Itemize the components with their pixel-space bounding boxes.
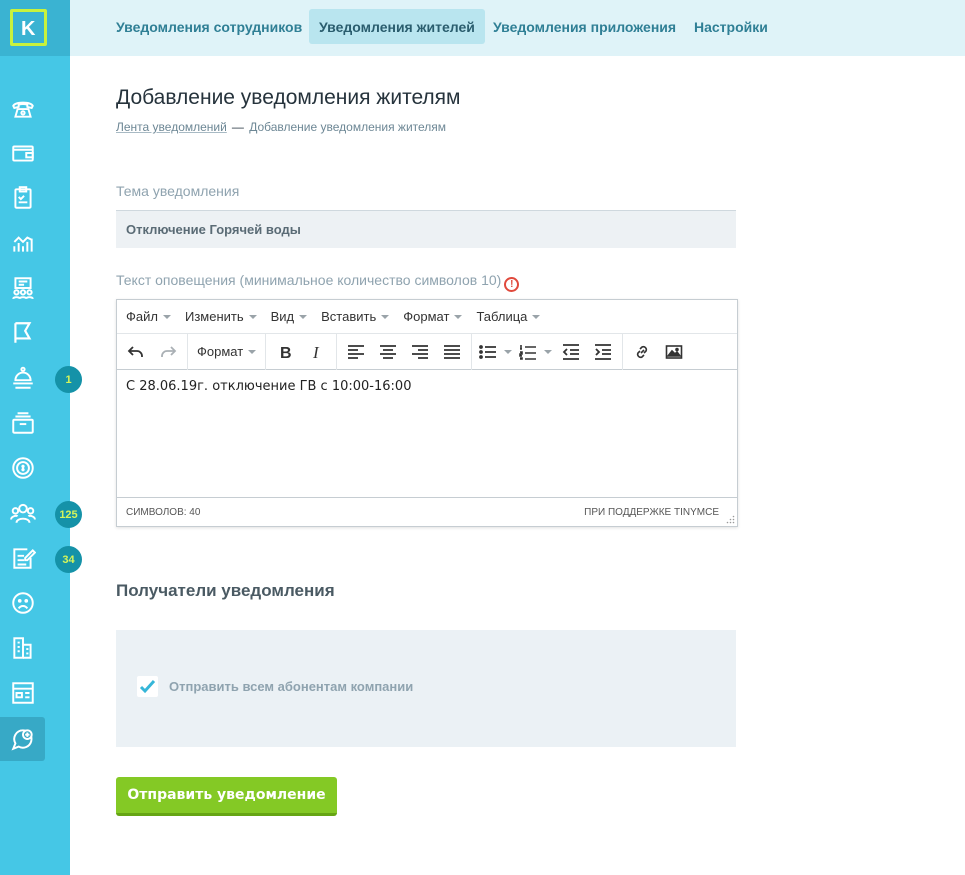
top-navigation: Уведомления сотрудников Уведомления жите… xyxy=(70,0,965,56)
align-left-icon[interactable] xyxy=(340,337,372,367)
analytics-icon[interactable] xyxy=(0,223,45,263)
numbered-list-dropdown[interactable] xyxy=(541,337,555,367)
tab-employee-notifications[interactable]: Уведомления сотрудников xyxy=(106,9,312,44)
warning-icon: ! xyxy=(504,277,520,292)
editor-content[interactable]: С 28.06.19г. отключение ГВ с 10:00-16:00 xyxy=(117,370,737,497)
menu-edit[interactable]: Изменить xyxy=(178,309,264,324)
team-icon[interactable] xyxy=(0,268,45,308)
history-group xyxy=(117,333,188,370)
checkmark-icon xyxy=(139,679,156,694)
clipboard-icon[interactable] xyxy=(0,178,45,218)
insert-group xyxy=(623,334,693,370)
message-label-text: Текст оповещения (минимальное количество… xyxy=(116,272,502,288)
indent-icon[interactable] xyxy=(587,337,619,367)
wallet-icon[interactable] xyxy=(0,133,45,173)
concierge-icon[interactable] xyxy=(0,358,45,398)
concierge-badge: 1 xyxy=(55,366,82,393)
format-select[interactable]: Формат xyxy=(191,337,262,367)
menu-insert[interactable]: Вставить xyxy=(314,309,396,324)
chevron-down-icon xyxy=(504,349,513,354)
powered-by-link[interactable]: При поддержке TinyMCE xyxy=(584,507,719,518)
tab-app-notifications[interactable]: Уведомления приложения xyxy=(483,9,686,44)
undo-icon[interactable] xyxy=(120,337,152,367)
tab-resident-notifications[interactable]: Уведомления жителей xyxy=(309,9,485,44)
sidebar: K 1 125 34 xyxy=(0,0,82,875)
tab-settings[interactable]: Настройки xyxy=(684,9,778,44)
menu-format[interactable]: Формат xyxy=(396,309,469,324)
svg-text:K: K xyxy=(21,18,36,40)
menu-view[interactable]: Вид xyxy=(264,309,315,324)
list-group xyxy=(472,333,624,370)
chevron-down-icon xyxy=(162,314,171,319)
edit-note-icon[interactable] xyxy=(0,538,45,578)
editor-statusbar: Символов: 40 При поддержке TinyMCE xyxy=(117,497,737,526)
bold-icon[interactable]: B xyxy=(269,337,301,367)
menu-table[interactable]: Таблица xyxy=(469,309,547,324)
message-label: Текст оповещения (минимальное количество… xyxy=(116,272,520,292)
image-icon[interactable] xyxy=(658,337,690,367)
align-group xyxy=(337,333,473,370)
outdent-icon[interactable] xyxy=(555,337,587,367)
page-title: Добавление уведомления жителям xyxy=(116,86,461,109)
logo-k-icon: K xyxy=(21,18,36,40)
subject-input[interactable] xyxy=(116,210,736,248)
buildings-icon[interactable] xyxy=(0,628,45,668)
redo-icon[interactable] xyxy=(152,337,184,367)
archive-icon[interactable] xyxy=(0,403,45,443)
recipients-panel: Отправить всем абонентам компании xyxy=(116,630,736,747)
chevron-down-icon xyxy=(532,314,541,319)
svg-text:B: B xyxy=(280,345,292,361)
users-badge: 125 xyxy=(55,501,82,528)
breadcrumb-current: Добавление уведомления жителям xyxy=(249,120,447,134)
recipients-title: Получатели уведомления xyxy=(116,581,335,600)
chevron-down-icon xyxy=(454,314,463,319)
chevron-down-icon xyxy=(248,314,257,319)
link-icon[interactable] xyxy=(626,337,658,367)
flag-icon[interactable] xyxy=(0,313,45,353)
editor-toolbar: Формат B I xyxy=(117,333,737,370)
chevron-down-icon xyxy=(544,349,553,354)
rich-text-editor: Файл Изменить Вид Вставить Формат Таблиц… xyxy=(116,299,738,527)
italic-icon[interactable]: I xyxy=(301,337,333,367)
character-count: Символов: 40 xyxy=(126,506,201,518)
phone-icon[interactable] xyxy=(0,88,45,128)
svg-text:I: I xyxy=(312,343,320,361)
align-center-icon[interactable] xyxy=(372,337,404,367)
browser-icon[interactable] xyxy=(0,673,45,713)
edit-note-badge: 34 xyxy=(55,546,82,573)
chevron-down-icon xyxy=(299,314,308,319)
send-notification-button[interactable]: Отправить уведомление xyxy=(116,777,337,816)
send-all-checkbox[interactable] xyxy=(137,676,158,697)
money-icon[interactable] xyxy=(0,448,45,488)
app-logo: K xyxy=(10,9,47,46)
numbered-list-icon[interactable] xyxy=(515,337,541,367)
logo-area[interactable]: K xyxy=(0,0,70,56)
breadcrumb-link-feed[interactable]: Лента уведомлений xyxy=(116,120,227,134)
style-group: B I xyxy=(266,333,338,370)
sad-face-icon[interactable] xyxy=(0,583,45,623)
bullet-list-icon[interactable] xyxy=(475,337,501,367)
chat-add-icon[interactable] xyxy=(0,717,45,761)
align-justify-icon[interactable] xyxy=(436,337,468,367)
subject-label: Тема уведомления xyxy=(116,183,240,199)
editor-menubar: Файл Изменить Вид Вставить Формат Таблиц… xyxy=(117,300,737,334)
bullet-list-dropdown[interactable] xyxy=(501,337,515,367)
chevron-down-icon xyxy=(248,349,257,354)
breadcrumb: Лента уведомлений — Добавление уведомлени… xyxy=(116,120,446,134)
breadcrumb-separator: — xyxy=(231,120,244,134)
send-all-label[interactable]: Отправить всем абонентам компании xyxy=(169,679,413,694)
users-icon[interactable] xyxy=(0,493,45,533)
align-right-icon[interactable] xyxy=(404,337,436,367)
format-group: Формат xyxy=(188,333,267,370)
menu-file[interactable]: Файл xyxy=(119,309,178,324)
chevron-down-icon xyxy=(381,314,390,319)
resize-handle-icon[interactable] xyxy=(726,515,735,524)
